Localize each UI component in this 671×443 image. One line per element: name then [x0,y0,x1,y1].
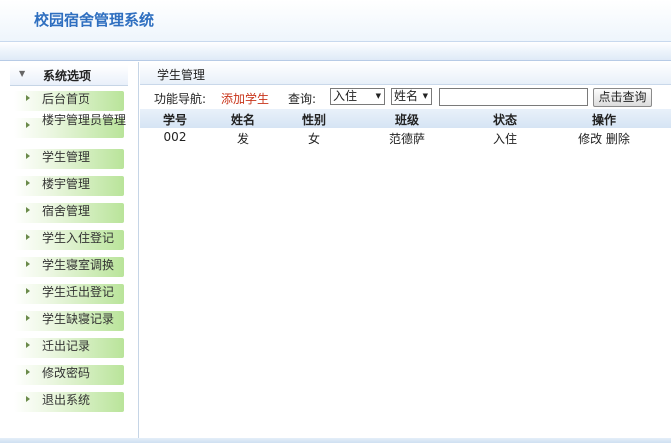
sidebar-item-label: 学生迁出登记 [42,285,115,299]
sidebar-item-absence[interactable]: 学生缺寝记录 [14,311,124,331]
column-header-id: 学号 [162,113,187,127]
arrow-right-icon [26,234,30,240]
dropdown-arrow-icon: ▼ [375,92,381,100]
sidebar-item-label: 学生缺寝记录 [42,312,115,326]
cell-id: 002 [163,130,187,144]
sidebar-item-room-swap[interactable]: 学生寝室调换 [14,257,124,277]
column-header-class: 班级 [394,113,419,127]
sidebar-item-checkout[interactable]: 学生迁出登记 [14,284,124,304]
cell-name: 发 [236,132,249,146]
field-select[interactable]: 姓名 ▼ [391,88,432,105]
sidebar-item-label: 学生寝室调换 [42,258,115,272]
add-student-link[interactable]: 添加学生 [221,90,269,107]
sidebar: ▼ 系统选项 后台首页 楼宇管理员管理 学生管理 楼宇管理 宿舍管理 学生入住登… [0,62,139,443]
search-input[interactable] [439,88,588,106]
column-header-actions: 操作 [591,113,616,127]
arrow-right-icon [26,180,30,186]
function-toolbar: 功能导航: 添加学生 查询: 入住 ▼ 姓名 ▼ 点击查询 [140,85,671,109]
sidebar-item-change-password[interactable]: 修改密码 [14,365,124,385]
cell-gender: 女 [307,132,320,146]
arrow-right-icon [26,95,30,101]
arrow-right-icon [26,288,30,294]
sidebar-item-checkin[interactable]: 学生入住登记 [14,230,124,250]
sidebar-item-building-admin[interactable]: 楼宇管理员管理 [14,113,126,138]
sidebar-item-checkout-records[interactable]: 迁出记录 [14,338,124,358]
sidebar-header-label: 系统选项 [43,69,92,83]
sidebar-item-label: 学生管理 [42,150,91,164]
header-bar [0,41,671,61]
cell-status: 入住 [492,132,517,146]
column-header-status: 状态 [492,113,517,127]
sidebar-item-students[interactable]: 学生管理 [14,149,124,169]
app-header: 校园宿舍管理系统 [0,0,671,42]
sidebar-item-label: 楼宇管理 [42,177,91,191]
status-select[interactable]: 入住 ▼ [330,88,385,105]
arrow-right-icon [26,315,30,321]
column-header-name: 姓名 [230,113,255,127]
arrow-right-icon [26,261,30,267]
sidebar-item-home[interactable]: 后台首页 [14,91,124,111]
table-row: 002 发 女 范德萨 入住 修改 删除 [140,128,671,148]
sidebar-item-logout[interactable]: 退出系统 [14,392,124,412]
table-header: 学号 姓名 性别 班级 状态 操作 [140,109,671,128]
dropdown-arrow-icon: ▼ [422,92,428,100]
sidebar-item-label: 后台首页 [42,92,91,106]
arrow-right-icon [26,207,30,213]
arrow-right-icon [26,369,30,375]
column-header-gender: 性别 [301,113,326,127]
sidebar-item-label: 学生入住登记 [42,231,115,245]
sidebar-item-label: 退出系统 [42,393,91,407]
arrow-right-icon [26,122,30,128]
main-content: 学生管理 功能导航: 添加学生 查询: 入住 ▼ 姓名 ▼ 点击查询 学号 姓名… [140,62,671,443]
app-title: 校园宿舍管理系统 [34,11,155,29]
search-button[interactable]: 点击查询 [593,88,652,107]
edit-link[interactable]: 修改 [578,132,602,146]
status-select-value: 入住 [333,89,358,103]
arrow-right-icon [26,153,30,159]
sidebar-item-label: 修改密码 [42,366,91,380]
sidebar-item-buildings[interactable]: 楼宇管理 [14,176,124,196]
field-select-value: 姓名 [394,89,419,103]
sidebar-item-label: 楼宇管理员管理 [42,113,127,127]
breadcrumb-label: 学生管理 [157,68,206,82]
delete-link[interactable]: 删除 [606,132,630,146]
sidebar-item-label: 迁出记录 [42,339,91,353]
arrow-right-icon [26,396,30,402]
query-label: 查询: [288,92,317,106]
cell-actions: 修改 删除 [548,130,660,147]
sidebar-item-dorms[interactable]: 宿舍管理 [14,203,124,223]
breadcrumb: 学生管理 [140,62,671,85]
arrow-right-icon [26,342,30,348]
collapse-arrow-icon[interactable]: ▼ [19,69,25,78]
footer-bar [0,438,671,443]
cell-class: 范德萨 [388,132,425,146]
function-nav-label: 功能导航: [154,92,207,106]
sidebar-header[interactable]: ▼ 系统选项 [10,65,128,86]
sidebar-item-label: 宿舍管理 [42,204,91,218]
